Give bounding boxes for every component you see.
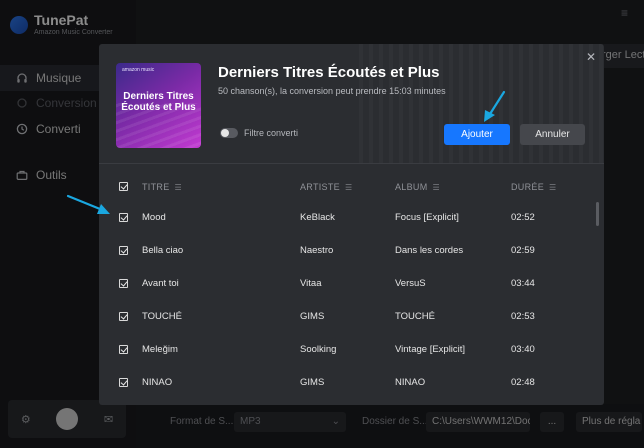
sort-icon: ☰: [549, 183, 557, 192]
row-album: NINAO: [395, 377, 426, 388]
filter-converted[interactable]: Filtre converti: [220, 128, 298, 138]
row-artist: Soolking: [300, 344, 337, 355]
row-artist: Vitaa: [300, 278, 322, 289]
close-icon[interactable]: ✕: [586, 50, 596, 64]
arrow-pointer-icon: [66, 194, 110, 214]
column-duration[interactable]: DURÉE ☰: [511, 182, 557, 192]
column-album[interactable]: ALBUM ☰: [395, 182, 440, 192]
column-artist[interactable]: ARTISTE ☰: [300, 182, 352, 192]
row-title: NINAO: [142, 377, 173, 388]
row-album: Vintage [Explicit]: [395, 344, 466, 355]
cover-title: Derniers Titres Écoutés et Plus: [121, 91, 196, 113]
table-scrollbar[interactable]: [596, 202, 599, 226]
table-row[interactable]: Meleğim Soolking Vintage [Explicit] 03:4…: [99, 340, 594, 360]
column-title-label: TITRE: [142, 182, 170, 192]
row-album: Focus [Explicit]: [395, 212, 459, 223]
column-artist-label: ARTISTE: [300, 182, 340, 192]
column-title[interactable]: TITRE ☰: [142, 182, 182, 192]
table-row[interactable]: Avant toi Vitaa VersuS 03:44: [99, 274, 594, 294]
table-row[interactable]: TOUCHÉ GIMS TOUCHÉ 02:53: [99, 307, 594, 327]
table-header: TITRE ☰ ARTISTE ☰ ALBUM ☰ DURÉE ☰: [99, 177, 604, 197]
row-duration: 03:40: [511, 344, 535, 355]
row-artist: KeBlack: [300, 212, 335, 223]
arrow-pointer-icon: [484, 90, 506, 122]
row-checkbox[interactable]: [119, 378, 128, 387]
row-artist: Naestro: [300, 245, 334, 256]
row-title: Bella ciao: [142, 245, 184, 256]
row-title: Mood: [142, 212, 166, 223]
row-album: TOUCHÉ: [395, 311, 435, 322]
row-artist: GIMS: [300, 311, 325, 322]
row-duration: 02:53: [511, 311, 535, 322]
cancel-button[interactable]: Annuler: [520, 124, 585, 145]
header-divider: [99, 163, 604, 164]
row-title: TOUCHÉ: [142, 311, 182, 322]
row-checkbox[interactable]: [119, 312, 128, 321]
column-album-label: ALBUM: [395, 182, 428, 192]
table-row[interactable]: Mood KeBlack Focus [Explicit] 02:52: [99, 208, 594, 228]
filter-label: Filtre converti: [244, 128, 299, 138]
sort-icon: ☰: [432, 183, 440, 192]
row-checkbox[interactable]: [119, 213, 128, 222]
row-duration: 02:48: [511, 377, 535, 388]
select-all-checkbox[interactable]: [119, 182, 128, 191]
sort-icon: ☰: [174, 183, 182, 192]
app-window: TunePat Amazon Music Converter Musique C…: [0, 0, 644, 448]
sort-icon: ☰: [344, 183, 353, 192]
playlist-title: Derniers Titres Écoutés et Plus: [218, 64, 440, 81]
row-artist: GIMS: [300, 377, 325, 388]
row-checkbox[interactable]: [119, 246, 128, 255]
playlist-cover: amazon music Derniers Titres Écoutés et …: [116, 63, 201, 148]
column-duration-label: DURÉE: [511, 182, 545, 192]
playlist-subtitle: 50 chanson(s), la conversion peut prendr…: [218, 86, 446, 96]
table-row[interactable]: Bella ciao Naestro Dans les cordes 02:59: [99, 241, 594, 261]
cover-brand: amazon music: [122, 67, 155, 73]
row-album: Dans les cordes: [395, 245, 464, 256]
filter-toggle[interactable]: [220, 128, 238, 138]
add-button[interactable]: Ajouter: [444, 124, 510, 145]
row-title: Avant toi: [142, 278, 179, 289]
add-songs-dialog: ✕ amazon music Derniers Titres Écoutés e…: [99, 44, 604, 405]
row-title: Meleğim: [142, 344, 178, 355]
row-checkbox[interactable]: [119, 345, 128, 354]
row-duration: 02:52: [511, 212, 535, 223]
row-album: VersuS: [395, 278, 426, 289]
row-duration: 02:59: [511, 245, 535, 256]
row-duration: 03:44: [511, 278, 535, 289]
row-checkbox[interactable]: [119, 279, 128, 288]
table-row[interactable]: NINAO GIMS NINAO 02:48: [99, 373, 594, 393]
